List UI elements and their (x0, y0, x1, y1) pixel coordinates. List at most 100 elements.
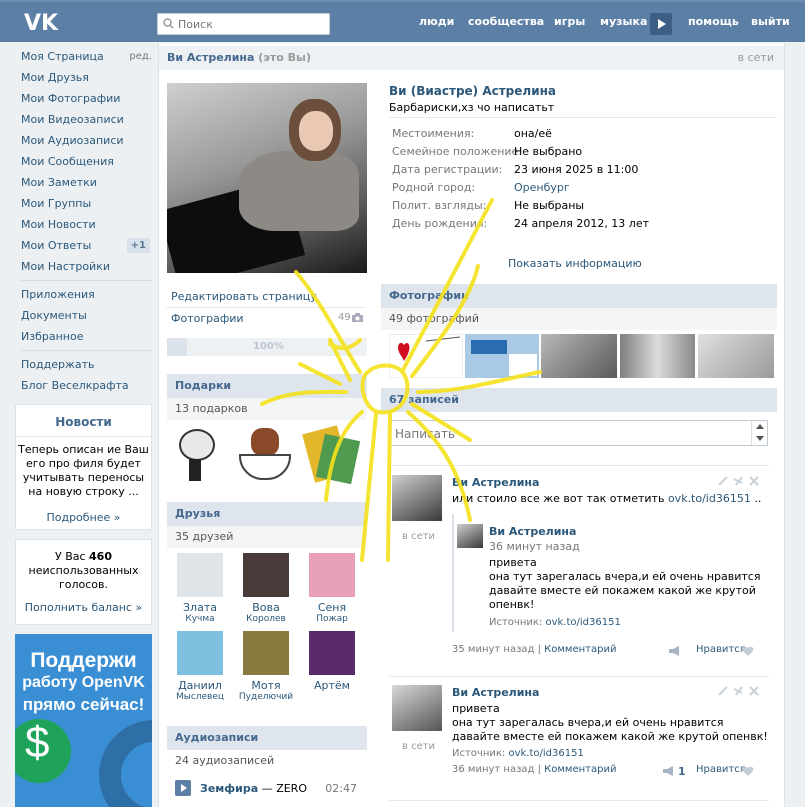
edit-profile-link[interactable]: Редактировать страницу (171, 290, 317, 303)
scrollbar[interactable] (751, 421, 767, 445)
friend-avatar[interactable] (243, 631, 289, 675)
friend-surname[interactable]: Пожар (299, 614, 365, 624)
close-icon[interactable] (749, 686, 759, 696)
friend-name[interactable]: Сеня (299, 601, 365, 614)
sidebar-item-my-page[interactable]: Моя Страница ред. (15, 46, 152, 67)
nav-logout[interactable]: выйти (751, 15, 790, 28)
friend-item[interactable]: Мотя Пуделючий (239, 631, 293, 702)
audio-header[interactable]: Аудиозаписи (167, 726, 367, 750)
profile-status-text[interactable]: Барбариски,хз чо написатьт (389, 101, 554, 114)
news-more-link[interactable]: Подробнее » (16, 511, 151, 524)
sidebar-item-support[interactable]: Поддержать (15, 354, 152, 375)
post-avatar[interactable] (392, 685, 442, 731)
friend-avatar[interactable] (177, 631, 223, 675)
friend-name[interactable]: Злата (167, 601, 233, 614)
repost-author[interactable]: Ви Астрелина (489, 525, 576, 538)
sidebar-item-apps[interactable]: Приложения (15, 284, 152, 305)
post-avatar[interactable] (392, 475, 442, 521)
search-box[interactable] (157, 13, 330, 35)
support-openvk-banner[interactable]: Поддержи работу OpenVK прямо сейчас! $ (15, 634, 152, 807)
friend-avatar[interactable] (243, 553, 289, 597)
like-button[interactable]: Нравится (696, 644, 746, 655)
gifts-count[interactable]: 13 подарков (167, 398, 367, 420)
wall-header[interactable]: 67 записей (381, 388, 777, 412)
photo-thumb[interactable] (620, 334, 695, 378)
friend-name[interactable]: Даниил (167, 679, 233, 692)
sidebar-item-replies[interactable]: Мои Ответы +1 (15, 235, 152, 256)
edit-icon[interactable] (718, 476, 728, 486)
post-time[interactable]: 35 минут назад (452, 644, 534, 655)
sidebar-item-docs[interactable]: Документы (15, 305, 152, 326)
megaphone-icon[interactable] (662, 766, 674, 776)
heart-icon[interactable] (742, 766, 754, 776)
sidebar-item-audio[interactable]: Мои Аудиозаписи (15, 130, 152, 151)
vk-logo[interactable]: VK (24, 11, 60, 33)
sidebar-item-messages[interactable]: Мои Сообщения (15, 151, 152, 172)
post-author[interactable]: Ви Астрелина (452, 686, 539, 699)
friend-avatar[interactable] (309, 553, 355, 597)
sidebar-item-friends[interactable]: Мои Друзья (15, 67, 152, 88)
edit-link[interactable]: ред. (129, 46, 152, 67)
post-actions[interactable] (716, 686, 768, 696)
gift-tea-box[interactable] (302, 425, 362, 485)
top-up-balance-link[interactable]: Пополнить баланс » (16, 601, 151, 615)
audio-count[interactable]: 24 аудиозаписей (167, 750, 367, 772)
post-author[interactable]: Ви Астрелина (452, 476, 539, 489)
gift-dog-in-cup[interactable] (237, 428, 293, 486)
sidebar-item-videos[interactable]: Мои Видеозаписи (15, 109, 152, 130)
nav-help[interactable]: помощь (688, 15, 739, 28)
pin-icon[interactable] (733, 476, 743, 486)
audio-track[interactable]: Земфира — ZERO 02:47 (175, 780, 365, 796)
show-info-link[interactable]: Показать информацию (508, 257, 642, 270)
post-link[interactable]: ovk.to/id36151 (668, 492, 751, 505)
sidebar-item-groups[interactable]: Мои Группы (15, 193, 152, 214)
sidebar-item-news[interactable]: Мои Новости (15, 214, 152, 235)
friend-name[interactable]: Мотя (233, 679, 299, 692)
sidebar-item-blog[interactable]: Блог Веселкрафта (15, 375, 152, 396)
play-icon[interactable] (175, 780, 191, 796)
wall-input[interactable]: Написать (390, 420, 768, 446)
photos-count-label[interactable]: 49 фотографий (381, 308, 777, 330)
search-input[interactable] (178, 16, 326, 32)
friends-header[interactable]: Друзья (167, 502, 367, 526)
friend-surname[interactable]: Пуделючий (233, 692, 299, 702)
photo-thumb[interactable] (465, 334, 539, 378)
friend-item[interactable]: Злата Кучма (177, 553, 223, 624)
comment-link[interactable]: Комментарий (544, 644, 616, 655)
post-actions[interactable] (716, 476, 768, 486)
gifts-header[interactable]: Подарки (167, 374, 367, 398)
friend-item[interactable]: Вова Королев (243, 553, 289, 624)
photo-thumb[interactable] (541, 334, 617, 378)
post-time[interactable]: 36 минут назад (452, 764, 534, 775)
gift-troll-face[interactable] (175, 425, 217, 487)
nav-music[interactable]: музыка (600, 15, 647, 28)
friend-surname[interactable]: Кучма (167, 614, 233, 624)
friend-item[interactable]: Сеня Пожар (309, 553, 355, 624)
nav-groups[interactable]: сообщества (468, 15, 544, 28)
photos-link[interactable]: Фотографии (171, 312, 244, 325)
profile-avatar[interactable] (167, 83, 367, 273)
nav-people[interactable]: люди (419, 15, 454, 28)
friend-avatar[interactable] (309, 631, 355, 675)
play-icon[interactable] (650, 13, 672, 35)
hometown-link[interactable]: Оренбург (514, 181, 570, 194)
nav-games[interactable]: игры (554, 15, 585, 28)
photo-thumb[interactable] (698, 334, 774, 378)
sidebar-item-notes[interactable]: Мои Заметки (15, 172, 152, 193)
repost-avatar[interactable] (457, 524, 483, 548)
friend-item[interactable]: Даниил Мыслевец (176, 631, 224, 702)
photo-thumb[interactable] (389, 334, 463, 378)
sidebar-item-settings[interactable]: Мои Настройки (15, 256, 152, 277)
edit-icon[interactable] (718, 686, 728, 696)
megaphone-icon[interactable] (668, 646, 680, 656)
close-icon[interactable] (749, 476, 759, 486)
pin-icon[interactable] (733, 686, 743, 696)
friend-name[interactable]: Вова (233, 601, 299, 614)
friend-surname[interactable]: Мыслевец (167, 692, 233, 702)
comment-link[interactable]: Комментарий (544, 764, 616, 775)
like-button[interactable]: Нравится (696, 764, 746, 775)
heart-icon[interactable] (742, 646, 754, 656)
camera-icon[interactable] (177, 553, 223, 597)
post-source-link[interactable]: ovk.to/id36151 (508, 748, 583, 759)
friend-name[interactable]: Артём (299, 679, 365, 692)
